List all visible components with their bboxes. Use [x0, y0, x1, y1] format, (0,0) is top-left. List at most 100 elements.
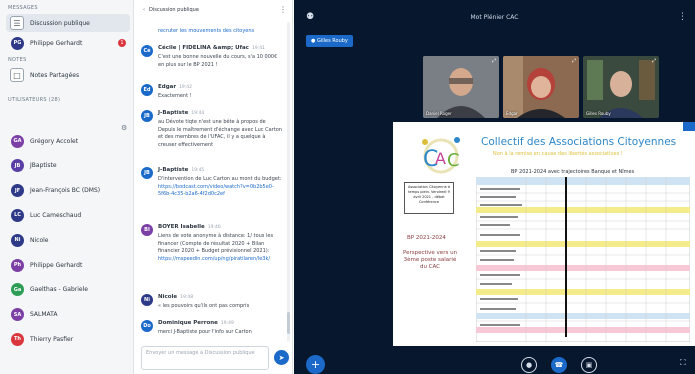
avatar: Ph — [11, 258, 24, 272]
webcam-name: Edgar — [506, 111, 518, 116]
shared-notes-label: Notes Partagées — [30, 71, 80, 79]
avatar: Ed — [141, 84, 153, 96]
expand-icon[interactable]: ⤢ — [572, 58, 576, 64]
user-list-sidebar: MESSAGES ☰ Discussion publique PG Philip… — [0, 0, 134, 374]
fullscreen-icon[interactable]: ⛶ — [680, 358, 686, 368]
message-link[interactable]: https://mspeedin.com/up/ng/piratilaren/l… — [158, 256, 270, 262]
svg-text:C: C — [447, 150, 460, 171]
avatar: GA — [11, 134, 24, 148]
user-list-item[interactable]: Ni Nicole — [6, 231, 130, 249]
user-list-item[interactable]: JB JBaptiste — [6, 157, 130, 175]
scrollbar-thumb[interactable] — [287, 312, 290, 334]
options-kebab-icon[interactable]: ⋮ — [678, 12, 687, 22]
presentation-slide[interactable]: C A C Collectif des Associations Citoyen… — [393, 122, 695, 346]
message-text: D'intervention de Luc Carton au mont du … — [158, 176, 282, 198]
message-text: au Dévote tiqte n'est une bête à propos … — [158, 119, 282, 148]
unread-badge: 1 — [118, 39, 126, 47]
talking-indicator: ● Gilles Rouby — [306, 35, 353, 47]
actions-plus-button[interactable]: + — [306, 355, 325, 374]
message-link[interactable]: https://bodcast.com/video/watch?v=0b2b5e… — [158, 184, 274, 198]
chat-title: Discussion publique — [149, 7, 199, 13]
slide-heading: BP 2021-2024 avec trajectoires Banque et… — [511, 169, 635, 175]
avatar: JF — [11, 184, 24, 198]
message-text: Exactement ! — [158, 93, 192, 99]
user-name: SALMATA — [30, 311, 58, 319]
message-continuation-text: recruter les mouvements des citoyens — [158, 28, 255, 34]
camera-button[interactable]: ▣ — [581, 357, 597, 373]
user-list-item[interactable]: Th Thierry Pasfier — [6, 330, 130, 348]
chat-bubbles-icon: ☰ — [10, 16, 24, 30]
chevron-left-icon[interactable]: ‹ — [143, 7, 145, 13]
avatar: Ni — [11, 233, 24, 247]
avatar: Th — [11, 332, 24, 346]
webcam-tile[interactable]: Gilles Rouby ⤢ — [583, 56, 659, 118]
webcam-person-figure — [583, 56, 659, 118]
budget-spreadsheet — [476, 177, 690, 342]
shared-notes-item[interactable]: □ Notes Partagées — [6, 66, 130, 84]
avatar: Cé — [141, 45, 153, 57]
message-author: J-Baptiste 19:44 — [158, 110, 205, 116]
user-name: Philippe Gerhardt — [30, 261, 83, 269]
avatar: JB — [141, 167, 153, 179]
message-text: merci J-Baptiste pour l'info sur Carton — [158, 329, 252, 335]
message-text: C'est une bonne nouvelle du cours, s'a 1… — [158, 54, 278, 68]
user-list-item[interactable]: SA SALMATA — [6, 306, 130, 324]
user-list-item[interactable]: Ga Gaelthas - Gabriele — [6, 281, 130, 299]
chat-message-input[interactable]: Envoyer un message à Discussion publique — [141, 346, 269, 370]
user-list-item[interactable]: JF Jean-François BC (DMS) — [6, 182, 130, 200]
slide-title: Collectif des Associations Citoyennes — [481, 136, 677, 148]
chat-scrollbar[interactable] — [287, 22, 290, 342]
microphone-icon: ● — [525, 361, 533, 369]
avatar: LC — [11, 208, 24, 222]
avatar: Do — [141, 320, 153, 332]
webcam-person-figure — [503, 56, 579, 118]
user-name: Luc Cameschaud — [30, 211, 82, 219]
avatar: JB — [141, 110, 153, 122]
user-list-item[interactable]: GA Grégory Accolet — [6, 132, 130, 150]
expand-icon[interactable]: ⤢ — [492, 58, 496, 64]
expand-icon[interactable]: ⤢ — [652, 58, 656, 64]
message-text: « les pouvoirs qu'ils ont pas compris — [158, 303, 250, 309]
user-list-item[interactable]: LC Luc Cameschaud — [6, 206, 130, 224]
notes-section-header: NOTES — [8, 57, 27, 63]
audio-button[interactable]: ☎ — [551, 357, 567, 373]
avatar: BI — [141, 224, 153, 236]
user-name: Grégory Accolet — [30, 137, 79, 145]
meeting-title: Mot Plénier CAC — [470, 14, 519, 21]
camera-icon: ▣ — [585, 361, 593, 369]
bigbluebutton-app: MESSAGES ☰ Discussion publique PG Philip… — [0, 0, 695, 374]
message-author: Dominique Perrone 19:49 — [158, 320, 234, 326]
webcam-name: Gilles Rouby — [586, 111, 611, 116]
gear-icon[interactable]: ⚙ — [121, 124, 127, 132]
slide-info-box: Association Citoyenne à temps plein. Ven… — [404, 182, 454, 214]
microphone-button[interactable]: ● — [521, 357, 537, 373]
webcam-person-figure — [423, 56, 499, 118]
message-text: Liens de vote anonyme à distance: 1/ tou… — [158, 233, 274, 262]
send-button[interactable]: ➤ — [274, 350, 289, 365]
user-list-item[interactable]: Ph Philippe Gerhardt — [6, 256, 130, 274]
webcam-name: Daniel Roger — [426, 111, 452, 116]
user-name: Nicole — [30, 236, 49, 244]
user-name: JBaptiste — [30, 162, 57, 170]
avatar: Ga — [11, 283, 24, 297]
kebab-menu-icon[interactable]: ⋮ — [279, 5, 287, 14]
slide-options-icon[interactable] — [683, 122, 695, 131]
presentation-stage: ⚉ Mot Plénier CAC ⋮ ● Gilles Rouby Danie… — [294, 0, 695, 374]
avatar: JB — [11, 159, 24, 173]
avatar: PG — [11, 36, 24, 50]
slide-bp-label: BP 2021-2024 — [407, 235, 446, 241]
webcam-tile[interactable]: Daniel Roger ⤢ — [423, 56, 499, 118]
notes-page-icon: □ — [10, 68, 24, 82]
message-author: BOYER Isabelle 19:46 — [158, 224, 221, 230]
message-author: Cécile | FIDELINA &amp; Ufac 19:41 — [158, 45, 265, 51]
audio-icon: ☎ — [554, 361, 564, 369]
slide-perspective-text: Perspective vers un 3ème poste salarié d… — [402, 250, 458, 270]
public-chat-label: Discussion publique — [30, 19, 90, 27]
public-chat-item[interactable]: ☰ Discussion publique — [6, 14, 130, 32]
chat-header[interactable]: ‹ Discussion publique ⋮ — [135, 0, 292, 20]
webcam-tile[interactable]: Edgar ⤢ — [503, 56, 579, 118]
message-author: Nicole 19:48 — [158, 294, 194, 300]
chat-panel: ‹ Discussion publique ⋮ recruter les mou… — [135, 0, 293, 374]
private-chat-item[interactable]: PG Philippe Gerhardt 1 — [6, 34, 130, 52]
user-name: Jean-François BC (DMS) — [30, 187, 101, 195]
